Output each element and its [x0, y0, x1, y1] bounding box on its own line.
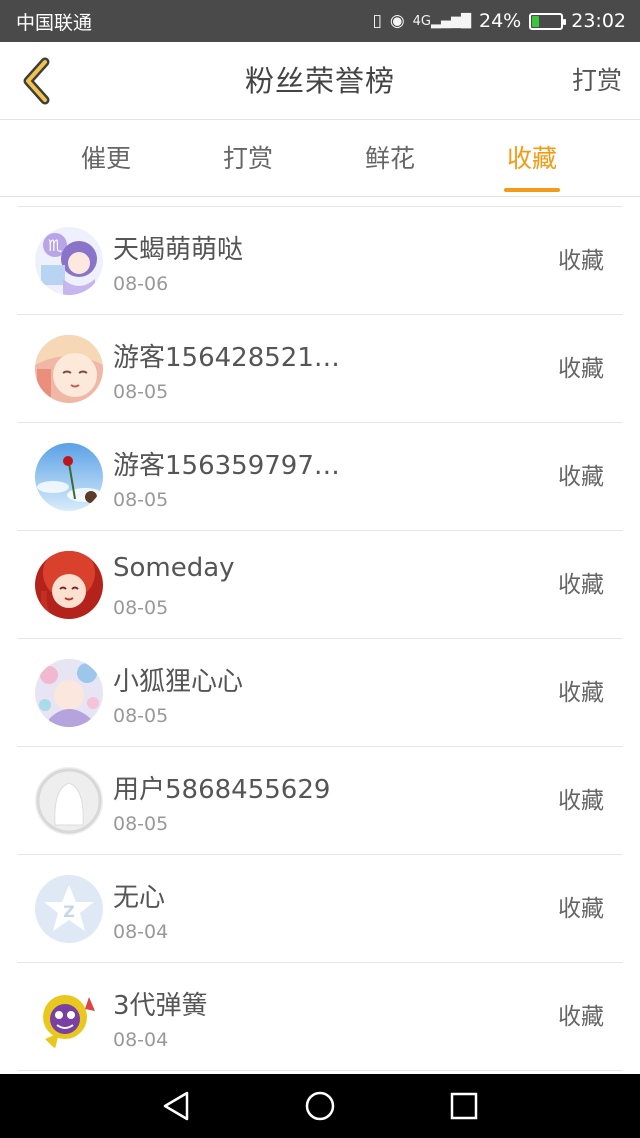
tab-spacer [0, 121, 35, 196]
fan-action: 收藏 [558, 680, 604, 706]
tab-reward[interactable]: 打赏 [177, 121, 319, 197]
back-button[interactable] [12, 56, 60, 106]
fan-action: 收藏 [558, 248, 604, 274]
fan-name: 无心 [113, 883, 166, 913]
fan-action: 收藏 [558, 788, 604, 814]
qq-star-avatar: Z [35, 875, 103, 943]
back-triangle-icon [163, 1091, 189, 1121]
fan-list: ♏ 天蝎萌萌哒 08-06 收藏 游客1564285211... 08-05 收… [18, 206, 622, 1071]
fan-date: 08-04 [113, 1029, 169, 1051]
anime-sleepy-avatar [35, 335, 103, 403]
fan-date: 08-04 [113, 921, 169, 943]
page-title: 粉丝荣誉榜 [244, 64, 395, 98]
fan-date: 08-05 [113, 813, 169, 835]
eye-care-icon: ◉ [389, 11, 405, 31]
list-item[interactable]: 游客1563597978... 08-05 收藏 [18, 423, 622, 531]
home-circle-icon [305, 1091, 335, 1121]
fan-name: 游客1563597978... [113, 451, 353, 481]
recents-square-icon [450, 1092, 478, 1120]
list-item[interactable]: 3代弹簧 08-04 收藏 [18, 963, 622, 1071]
anime-redhair-avatar [35, 551, 103, 619]
signal-4g-icon: 4G▂▄▆█ [412, 13, 471, 29]
fan-name: Someday [113, 553, 235, 583]
fan-date: 08-06 [113, 273, 169, 295]
fan-name: 用户5868455629 [113, 775, 331, 805]
battery-icon [529, 12, 567, 30]
nav-home-button[interactable] [302, 1088, 338, 1124]
fan-action: 收藏 [558, 464, 604, 490]
fan-date: 08-05 [113, 381, 169, 403]
nav-recents-button[interactable] [446, 1088, 482, 1124]
svg-text:Z: Z [63, 902, 75, 921]
list-item[interactable]: ♏ 天蝎萌萌哒 08-06 收藏 [18, 207, 622, 315]
list-item[interactable]: 用户5868455629 08-05 收藏 [18, 747, 622, 855]
clock: 23:02 [571, 10, 626, 32]
fan-action: 收藏 [558, 572, 604, 598]
system-nav-bar [0, 1074, 640, 1138]
fan-name: 小狐狸心心 [113, 667, 244, 697]
svg-text:♏: ♏ [48, 236, 62, 255]
list-item[interactable]: 小狐狸心心 08-05 收藏 [18, 639, 622, 747]
fan-action: 收藏 [558, 896, 604, 922]
fan-name: 游客1564285211... [113, 343, 353, 373]
nav-back-button[interactable] [158, 1088, 194, 1124]
status-icons: ▯ ◉ 4G▂▄▆█ 24% 23:02 [372, 10, 626, 32]
battery-percent: 24% [479, 10, 522, 32]
fan-date: 08-05 [113, 489, 169, 511]
fan-action: 收藏 [558, 356, 604, 382]
fan-name: 天蝎萌萌哒 [113, 235, 244, 265]
rose-sky-avatar [35, 443, 103, 511]
status-bar: 中国联通 ▯ ◉ 4G▂▄▆█ 24% 23:02 [0, 0, 640, 42]
default-user-avatar [35, 767, 103, 835]
fan-action: 收藏 [558, 1004, 604, 1030]
vibrate-icon: ▯ [372, 11, 382, 31]
fan-date: 08-05 [113, 597, 169, 619]
tab-bar: 催更 打赏 鲜花 收藏 [0, 121, 640, 197]
list-item[interactable]: Someday 08-05 收藏 [18, 531, 622, 639]
list-item[interactable]: 游客1564285211... 08-05 收藏 [18, 315, 622, 423]
anime-colorful-avatar [35, 659, 103, 727]
anime-girl-purple-avatar: ♏ [35, 227, 103, 295]
reward-button[interactable]: 打赏 [572, 42, 622, 120]
app-header: 粉丝荣誉榜 打赏 [0, 42, 640, 120]
carrier-label: 中国联通 [16, 11, 93, 34]
tab-flowers[interactable]: 鲜花 [319, 121, 461, 197]
fan-name: 3代弹簧 [113, 991, 208, 1021]
chevron-left-icon [23, 57, 50, 105]
list-item[interactable]: Z 无心 08-04 收藏 [18, 855, 622, 963]
cartoon-yellow-avatar [35, 983, 103, 1051]
tab-urge[interactable]: 催更 [35, 121, 177, 197]
tab-favorites[interactable]: 收藏 [461, 121, 603, 197]
fan-date: 08-05 [113, 705, 169, 727]
